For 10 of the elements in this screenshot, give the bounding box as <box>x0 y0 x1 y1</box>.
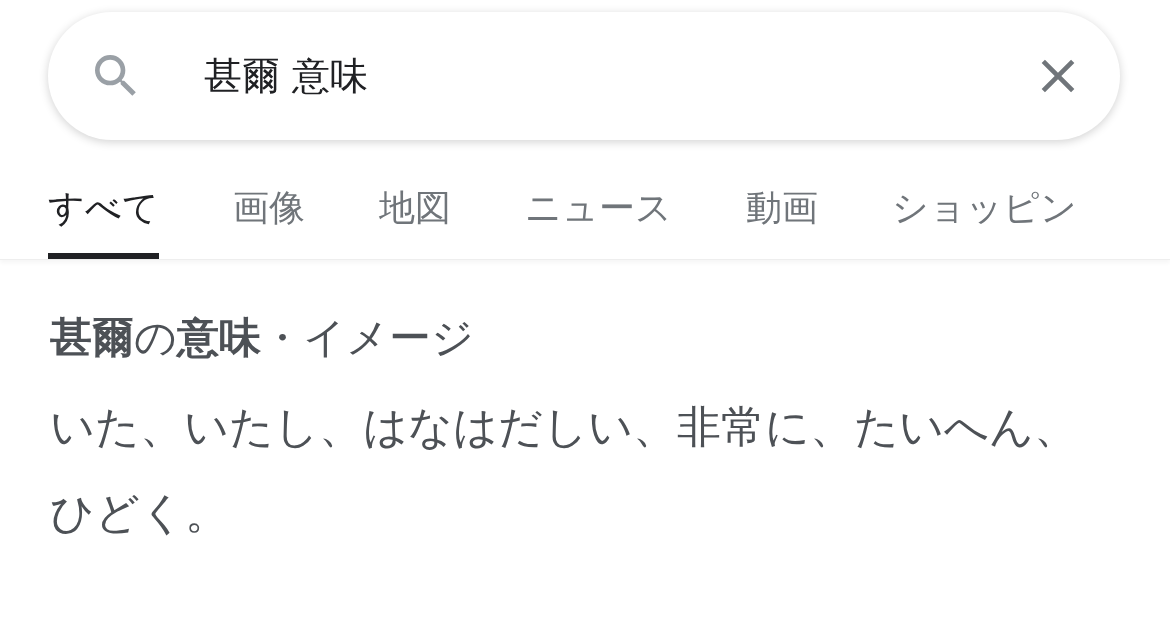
tab[interactable]: 動画 <box>746 184 818 259</box>
result-title: 甚爾の意味・イメージ <box>50 312 475 364</box>
result-text: いた、いたし、はなはだしい、非常に、たいへん、ひどく。 <box>50 400 1079 540</box>
tab[interactable]: ニュース <box>525 184 672 259</box>
tab[interactable]: すべて <box>48 184 159 259</box>
tab[interactable]: ショッピン <box>892 184 1077 259</box>
search-field[interactable]: 甚爾 意味 <box>48 12 1120 140</box>
search-query: 甚爾 意味 <box>204 52 370 100</box>
tab[interactable]: 画像 <box>233 184 305 259</box>
tab[interactable]: 地図 <box>379 184 451 259</box>
